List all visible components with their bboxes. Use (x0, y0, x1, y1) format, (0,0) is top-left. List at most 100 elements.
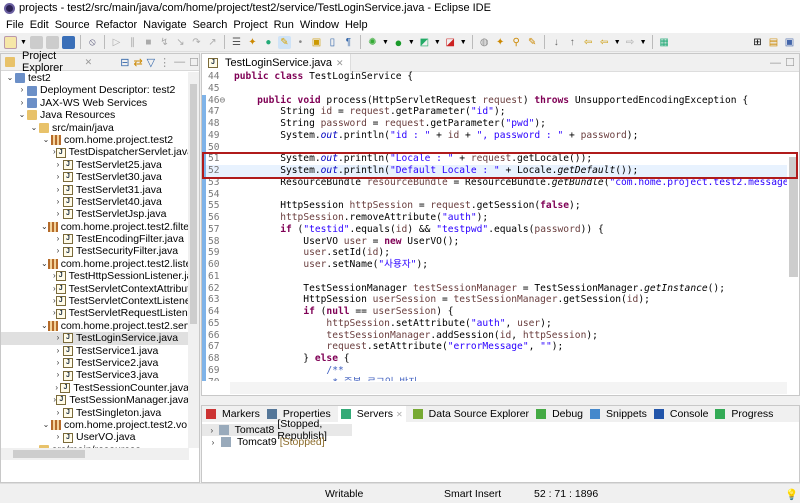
skip-breakpoints-icon[interactable]: ⦸ (86, 36, 99, 49)
tree-item[interactable]: ⌄ com.home.project.test2.filter (1, 221, 189, 233)
build-icon[interactable]: ✦ (246, 36, 259, 49)
new-icon[interactable] (4, 35, 17, 49)
chevron-right-icon[interactable]: › (53, 382, 60, 394)
open-type-icon[interactable]: ✦ (494, 36, 507, 49)
editor-horizontal-scrollbar[interactable] (230, 382, 787, 394)
tree-item[interactable]: › J TestSecurityFilter.java (1, 245, 189, 257)
chevron-right-icon[interactable]: › (53, 345, 63, 357)
menu-help[interactable]: Help (342, 19, 371, 31)
tab-debug[interactable]: Debug (536, 408, 583, 420)
open-perspective-icon[interactable]: ⊞ (751, 36, 764, 49)
chevron-right-icon[interactable]: › (53, 407, 63, 419)
server-item[interactable]: › Tomcat9 [Stopped] (202, 436, 799, 448)
last-edit-icon[interactable]: ⇦ (582, 36, 595, 49)
tree-item[interactable]: › J TestService3.java (1, 369, 189, 381)
chevron-right-icon[interactable]: › (17, 84, 27, 96)
tab-data-source-explorer[interactable]: Data Source Explorer (412, 408, 529, 420)
menu-source[interactable]: Source (52, 19, 93, 31)
tree-item[interactable]: › J TestDispatcherServlet.java (1, 146, 189, 158)
view-menu-icon[interactable]: ⋮ (159, 56, 170, 69)
lightbulb-icon[interactable]: 💡 (785, 488, 798, 501)
edit-icon[interactable]: ✎ (526, 36, 539, 49)
tree-item[interactable]: › JAX-WS Web Services (1, 97, 189, 109)
step-return-icon[interactable]: ↗ (206, 36, 219, 49)
project-explorer-tab[interactable]: Project Explorer ✕ ⊟ ⇄ ▽ ⋮ — ☐ (1, 50, 199, 74)
block-selection-icon[interactable]: ▣ (310, 36, 323, 49)
chevron-down-icon[interactable]: ⌄ (41, 258, 48, 270)
tree-item[interactable]: ⌄ com.home.project.test2 (1, 134, 189, 146)
tree-item[interactable]: › J TestService1.java (1, 345, 189, 357)
menu-refactor[interactable]: Refactor (93, 19, 141, 31)
chevron-right-icon[interactable]: › (53, 171, 63, 183)
chevron-down-icon[interactable]: ⌄ (41, 419, 51, 431)
close-icon[interactable]: ✕ (396, 410, 403, 419)
step-into-icon[interactable]: ↘ (174, 36, 187, 49)
show-whitespace-icon[interactable]: ¶ (342, 36, 355, 49)
menu-file[interactable]: File (3, 19, 27, 31)
tree-item[interactable]: ›JTestHttpSessionListener.java (1, 270, 189, 282)
filter-icon[interactable]: ▽ (147, 56, 155, 69)
chevron-right-icon[interactable]: › (53, 431, 63, 443)
tree-item[interactable]: ⌄ Java Resources (1, 109, 189, 121)
prev-annotation-icon[interactable]: ↑ (566, 36, 579, 49)
save-icon[interactable] (29, 35, 43, 49)
tree-item[interactable]: ›JTestServletRequestListener.java (1, 307, 189, 319)
chevron-right-icon[interactable]: › (53, 369, 63, 381)
tree-item[interactable]: › J TestSessionCounter.java (1, 382, 189, 394)
tree-item[interactable]: › J TestSingleton.java (1, 407, 189, 419)
chevron-right-icon[interactable]: › (53, 233, 63, 245)
toggle-mark-occurrences-icon[interactable]: ✎ (277, 35, 291, 49)
word-wrap-icon[interactable]: ▯ (326, 36, 339, 49)
chevron-down-icon[interactable]: ⌄ (41, 134, 51, 146)
tree-item[interactable]: › J TestServlet40.java (1, 196, 189, 208)
chevron-down-icon[interactable]: ⌄ (41, 221, 48, 233)
menu-search[interactable]: Search (190, 19, 231, 31)
chevron-down-icon[interactable]: ⌄ (29, 122, 39, 134)
maximize-icon[interactable]: ☐ (189, 56, 199, 69)
chevron-right-icon[interactable]: › (53, 357, 63, 369)
next-annotation-icon[interactable]: ↓ (550, 36, 563, 49)
forward-icon[interactable]: ⇨ (624, 36, 637, 49)
menu-window[interactable]: Window (297, 19, 342, 31)
chevron-down-icon[interactable]: ⌄ (41, 320, 48, 332)
menu-navigate[interactable]: Navigate (140, 19, 189, 31)
toggle-breadcrumb-icon[interactable]: • (294, 36, 307, 49)
debug-icon[interactable]: ✺ (366, 36, 379, 49)
pin-editor-icon[interactable]: ▦ (658, 36, 671, 49)
terminal-icon[interactable] (61, 35, 75, 49)
menu-run[interactable]: Run (271, 19, 297, 31)
step-over-icon[interactable]: ↷ (190, 36, 203, 49)
java-perspective-icon[interactable]: ▣ (783, 36, 796, 49)
minimize-icon[interactable]: — (770, 57, 781, 69)
tree-item[interactable]: ⌄ src/main/java (1, 122, 189, 134)
tree-item[interactable]: › J UserVO.java (1, 431, 189, 443)
close-icon[interactable]: ✕ (336, 58, 344, 69)
chevron-right-icon[interactable]: › (53, 196, 63, 208)
tab-snippets[interactable]: Snippets (590, 408, 647, 420)
tree-item[interactable]: › J TestServlet31.java (1, 184, 189, 196)
editor-tab-testloginservice[interactable]: J TestLoginService.java ✕ (202, 54, 351, 72)
tree-item[interactable]: ›JTestServletContextAttributeListe (1, 283, 189, 295)
close-icon[interactable]: ✕ (85, 57, 93, 68)
chevron-right-icon[interactable]: › (53, 159, 63, 171)
chevron-right-icon[interactable]: › (208, 426, 216, 435)
server-item[interactable]: › Tomcat8 [Stopped, Republish] (202, 418, 352, 442)
tree-item[interactable]: › J TestService2.java (1, 357, 189, 369)
save-all-icon[interactable] (45, 35, 59, 49)
collapse-all-icon[interactable]: ⊟ (120, 56, 129, 69)
chevron-right-icon[interactable]: › (53, 332, 63, 344)
external-tools-icon[interactable]: ◪ (444, 36, 457, 49)
tree-item[interactable]: › J TestServlet30.java (1, 171, 189, 183)
disconnect-icon[interactable]: ↯ (158, 36, 171, 49)
back-icon[interactable]: ⇦ (598, 36, 611, 49)
scroll-thumb[interactable] (13, 450, 85, 458)
chevron-right-icon[interactable]: › (53, 245, 63, 257)
chevron-right-icon[interactable]: › (17, 97, 27, 109)
tree-item[interactable]: ⌄ com.home.project.test2.vo (1, 419, 189, 431)
tree-item[interactable]: ⌄ test2 (1, 72, 189, 84)
code-area[interactable]: 44 public class TestLoginService {45 46⊖ p… (202, 71, 787, 381)
java-ee-perspective-icon[interactable]: ▤ (767, 36, 780, 49)
suspend-icon[interactable]: ∥ (126, 36, 139, 49)
tab-console[interactable]: Console (653, 408, 708, 420)
tree-item[interactable]: › J TestServlet25.java (1, 159, 189, 171)
